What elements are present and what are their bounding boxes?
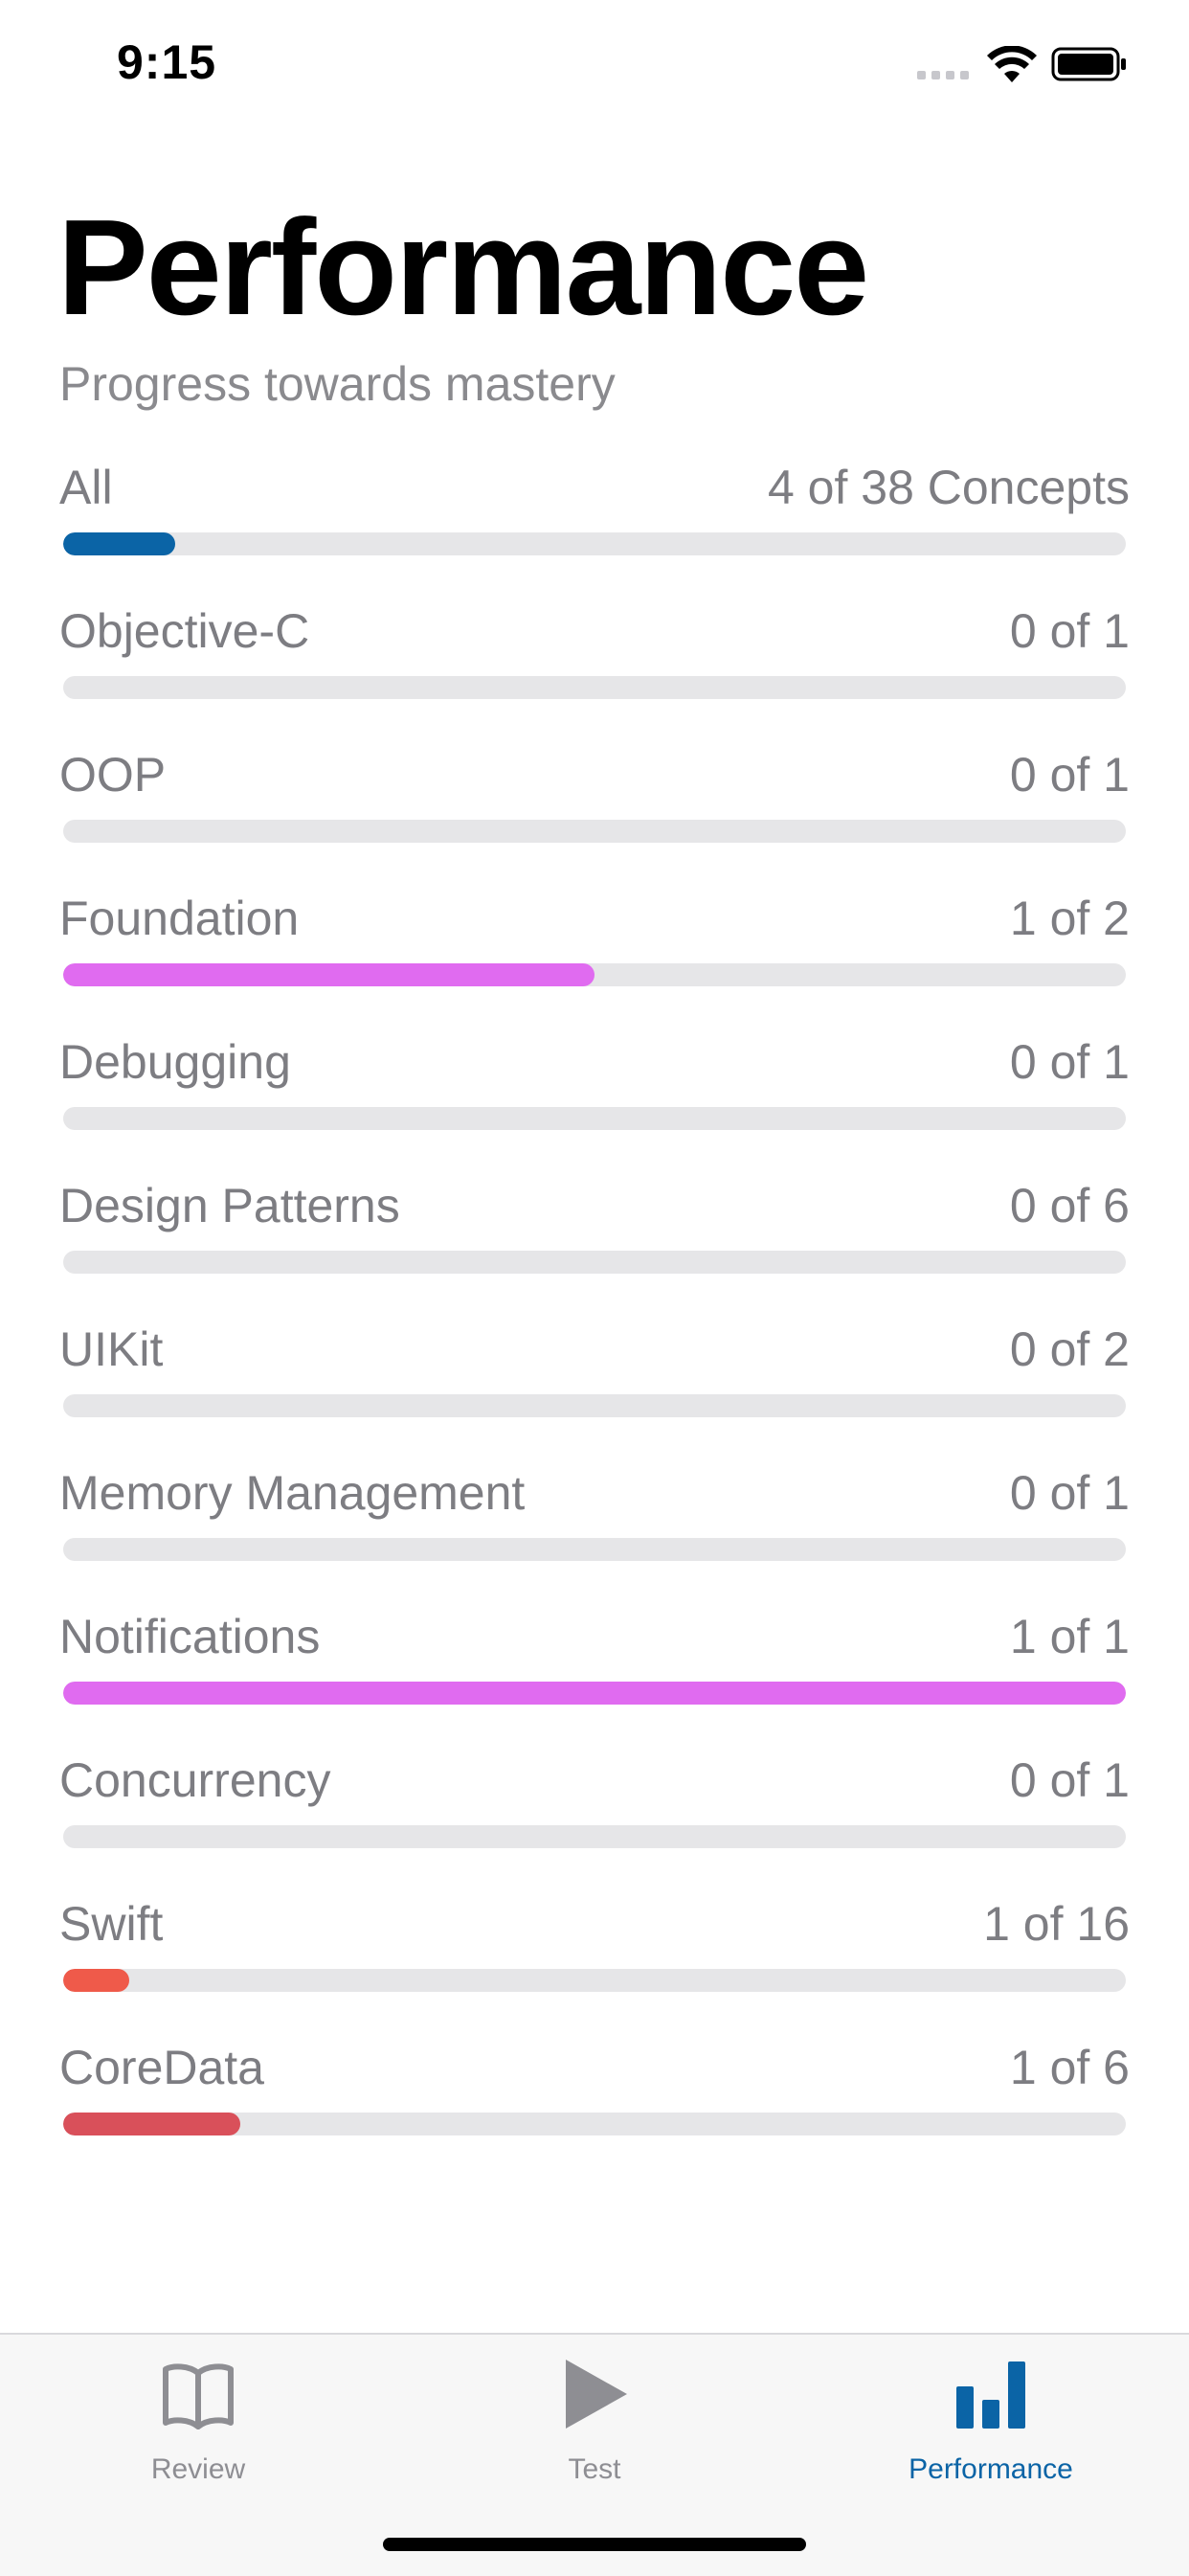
progress-row-notifications: Notifications 1 of 1: [0, 1603, 1189, 1747]
progress-fill: [63, 963, 594, 986]
progress-row-coredata: CoreData 1 of 6: [0, 2034, 1189, 2178]
progress-row-foundation: Foundation 1 of 2: [0, 885, 1189, 1028]
row-label: All: [59, 461, 113, 514]
row-count: 0 of 6: [1009, 1179, 1130, 1232]
progress-track: [63, 1107, 1126, 1130]
row-count: 1 of 2: [1009, 892, 1130, 945]
status-bar: 9:15: [0, 0, 1189, 126]
row-label: Swift: [59, 1897, 164, 1951]
row-count: 0 of 1: [1009, 1466, 1130, 1520]
tab-test[interactable]: Test: [396, 2335, 793, 2497]
page-title: Performance: [57, 192, 869, 344]
row-label: Objective-C: [59, 604, 310, 658]
row-label: Design Patterns: [59, 1179, 400, 1232]
progress-row-concurrency: Concurrency 0 of 1: [0, 1747, 1189, 1890]
progress-row-objective-c: Objective-C 0 of 1: [0, 598, 1189, 741]
home-indicator: [383, 2538, 806, 2551]
progress-track: [63, 1251, 1126, 1274]
row-count: 0 of 2: [1009, 1322, 1130, 1376]
tab-label: Performance: [909, 2453, 1073, 2485]
progress-row-debugging: Debugging 0 of 1: [0, 1028, 1189, 1172]
row-label: Memory Management: [59, 1466, 526, 1520]
progress-row-memory-management: Memory Management 0 of 1: [0, 1459, 1189, 1603]
row-count: 0 of 1: [1009, 604, 1130, 658]
row-label: Foundation: [59, 892, 300, 945]
progress-row-all: All 4 of 38 Concepts: [0, 454, 1189, 598]
row-label: OOP: [59, 748, 167, 802]
progress-track: [63, 963, 1126, 986]
row-count: 4 of 38 Concepts: [767, 461, 1130, 514]
row-label: Concurrency: [59, 1753, 331, 1807]
row-count: 0 of 1: [1009, 1035, 1130, 1089]
progress-track: [63, 1538, 1126, 1561]
tab-label: Test: [568, 2453, 621, 2485]
progress-track: [63, 820, 1126, 843]
row-label: Notifications: [59, 1610, 321, 1663]
row-label: Debugging: [59, 1035, 291, 1089]
tab-label: Review: [150, 2453, 246, 2485]
progress-fill: [63, 532, 175, 555]
row-label: CoreData: [59, 2041, 264, 2094]
row-label: UIKit: [59, 1322, 164, 1376]
progress-track: [63, 2113, 1126, 2135]
progress-track: [63, 1682, 1126, 1705]
progress-track: [63, 1394, 1126, 1417]
row-count: 0 of 1: [1009, 1753, 1130, 1807]
status-time: 9:15: [117, 35, 217, 89]
row-count: 1 of 1: [1009, 1610, 1130, 1663]
wifi-icon: [987, 46, 1037, 82]
progress-track: [63, 532, 1126, 555]
progress-row-uikit: UIKit 0 of 2: [0, 1316, 1189, 1459]
progress-track: [63, 1969, 1126, 1992]
progress-fill: [63, 1969, 130, 1992]
tab-review[interactable]: Review: [0, 2335, 396, 2497]
tab-performance[interactable]: Performance: [793, 2335, 1189, 2497]
row-count: 1 of 16: [983, 1897, 1130, 1951]
progress-fill: [63, 1682, 1126, 1705]
play-icon: [566, 2360, 627, 2429]
row-count: 0 of 1: [1009, 748, 1130, 802]
progress-row-swift: Swift 1 of 16: [0, 1890, 1189, 2034]
progress-track: [63, 676, 1126, 699]
row-count: 1 of 6: [1009, 2041, 1130, 2094]
progress-list: All 4 of 38 Concepts Objective-C 0 of 1 …: [0, 454, 1189, 2178]
page-subtitle: Progress towards mastery: [59, 357, 616, 411]
bar-chart-icon: [956, 2361, 1025, 2429]
battery-icon: [1051, 47, 1126, 81]
cellular-signal-icon: [917, 71, 969, 79]
progress-row-design-patterns: Design Patterns 0 of 6: [0, 1172, 1189, 1316]
progress-fill: [63, 2113, 241, 2135]
progress-row-oop: OOP 0 of 1: [0, 741, 1189, 885]
book-icon: [163, 2363, 234, 2429]
progress-track: [63, 1825, 1126, 1848]
